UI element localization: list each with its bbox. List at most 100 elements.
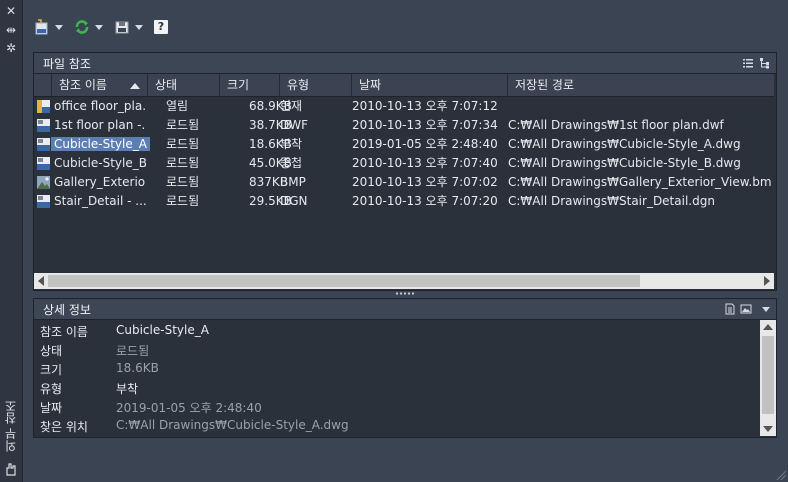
row-path: C:₩All Drawings₩1st floor plan.dwf (508, 118, 724, 132)
dwg-icon (37, 138, 50, 151)
help-button[interactable]: ? (154, 16, 168, 38)
auto-hide-icon[interactable]: ⇹ (4, 23, 18, 37)
horizontal-scrollbar[interactable] (34, 273, 774, 289)
row-name: office floor_pla... (54, 99, 146, 113)
selected-name-highlight: Cubicle-Style_A (51, 137, 150, 151)
toolbar: ? (34, 16, 334, 38)
table-row-selected[interactable]: Cubicle-Style_A 로드됨 18.6KB 부착 2019-01-05… (34, 135, 774, 154)
detail-value-status: 로드됨 (116, 344, 150, 358)
row-status: 로드됨 (166, 118, 200, 132)
file-references-header: 파일 참조 (34, 53, 776, 74)
table-row[interactable]: Stair_Detail - ... 로드됨 29.5KB DGN 2010-1… (34, 192, 774, 211)
row-status: 로드됨 (166, 156, 200, 170)
panel-splitter[interactable] (33, 290, 775, 297)
detail-label-type: 유형 (40, 382, 63, 396)
scroll-right-icon[interactable] (764, 276, 770, 286)
scroll-left-icon[interactable] (38, 276, 44, 286)
row-type: 중첩 (280, 156, 303, 170)
chevron-down-icon[interactable] (135, 24, 143, 30)
table-row[interactable]: Gallery_Exterior... 로드됨 837KB BMP 2010-1… (34, 173, 774, 192)
scroll-down-icon[interactable] (763, 426, 773, 432)
xref-hand-icon (6, 463, 16, 476)
refresh-icon (75, 20, 89, 34)
tree-view-icon[interactable] (759, 57, 771, 69)
help-icon: ? (154, 20, 168, 34)
row-status: 로드됨 (166, 175, 200, 189)
column-header-status[interactable]: 상태 (148, 74, 220, 96)
row-date: 2010-10-13 오후 7:07:34 (352, 118, 498, 132)
detail-label-status: 상태 (40, 344, 63, 358)
save-path-icon (115, 21, 129, 34)
table-row[interactable]: Cubicle-Style_B 로드됨 45.0KB 중첩 2010-10-13… (34, 154, 774, 173)
detail-label-date: 날짜 (40, 401, 63, 415)
list-view-icon[interactable] (742, 57, 754, 69)
row-path: C:₩All Drawings₩Cubicle-Style_B.dwg (508, 156, 741, 170)
attach-dwg-button[interactable] (34, 16, 63, 38)
details-panel: 상세 정보 참조 이름 Cubicle-Style_A 상태 로드됨 크기 18… (33, 298, 777, 438)
column-header-name[interactable]: 참조 이름 (52, 74, 148, 96)
refresh-button[interactable] (74, 16, 103, 38)
detail-label-size: 크기 (40, 363, 63, 377)
row-type: DWF (280, 118, 309, 132)
row-type: 부착 (280, 137, 303, 151)
close-icon[interactable]: ✕ (4, 4, 18, 18)
change-path-button[interactable] (114, 16, 143, 38)
column-header-date[interactable]: 날짜 (352, 74, 508, 96)
row-path: C:₩All Drawings₩Stair_Detail.dgn (508, 194, 715, 208)
file-references-panel: 파일 참조 참조 이름 상태 크기 유형 날짜 저장된 경로 office fl… (33, 52, 777, 291)
row-date: 2010-10-13 오후 7:07:40 (352, 156, 498, 170)
chevron-down-icon[interactable] (55, 24, 63, 30)
dwg-current-icon (37, 100, 50, 113)
detail-value-date: 2019-01-05 오후 2:48:40 (116, 401, 262, 415)
row-date: 2010-10-13 오후 7:07:20 (352, 194, 498, 208)
file-references-title: 파일 참조 (43, 57, 91, 71)
row-path (508, 97, 772, 116)
table-row[interactable]: 1st floor plan -... 로드됨 38.7KB DWF 2010-… (34, 116, 774, 135)
scroll-up-icon[interactable] (763, 324, 773, 330)
details-title: 상세 정보 (43, 303, 91, 317)
image-icon (37, 176, 50, 189)
row-date: 2010-10-13 오후 7:07:02 (352, 175, 498, 189)
file-references-list: office floor_pla... 열림 68.9KB 현재 2010-10… (34, 97, 774, 211)
file-references-columns: 참조 이름 상태 크기 유형 날짜 저장된 경로 (34, 74, 774, 97)
row-name: 1st floor plan -... (54, 118, 146, 132)
sort-ascending-icon (130, 83, 140, 89)
chevron-down-icon[interactable] (762, 307, 770, 312)
properties-icon[interactable]: ✲ (4, 41, 18, 55)
row-path: C:₩All Drawings₩Cubicle-Style_A.dwg (508, 137, 741, 151)
row-type: BMP (280, 175, 306, 189)
dgn-icon (37, 195, 50, 208)
row-type: DGN (280, 194, 308, 208)
attach-dwg-icon (35, 19, 48, 35)
detail-value-found-at: C:₩All Drawings₩Cubicle-Style_A.dwg (116, 418, 349, 432)
dwf-icon (37, 119, 50, 132)
detail-value-name[interactable]: Cubicle-Style_A (116, 323, 209, 337)
vertical-scroll-thumb[interactable] (762, 336, 774, 414)
column-header-saved-path[interactable]: 저장된 경로 (508, 74, 774, 96)
vertical-scrollbar[interactable] (760, 320, 776, 436)
detail-value-size: 18.6KB (116, 361, 159, 375)
dwg-icon (37, 157, 50, 170)
details-view-icon[interactable] (724, 303, 736, 315)
detail-label-name: 참조 이름 (40, 325, 88, 339)
row-status: 로드됨 (166, 194, 200, 208)
detail-value-type[interactable]: 부착 (116, 380, 138, 397)
column-header-size[interactable]: 크기 (220, 74, 280, 96)
palette-title-bar: ✕ ⇹ ✲ 외부 참조 (0, 0, 23, 482)
preview-icon[interactable] (740, 303, 752, 315)
row-status: 로드됨 (166, 137, 200, 151)
chevron-down-icon[interactable] (95, 24, 103, 30)
row-date: 2019-01-05 오후 2:48:40 (352, 137, 498, 151)
table-row[interactable]: office floor_pla... 열림 68.9KB 현재 2010-10… (34, 97, 774, 116)
splitter-grip-icon[interactable] (395, 292, 415, 295)
resize-grip-icon[interactable] (776, 470, 786, 480)
horizontal-scroll-thumb[interactable] (48, 275, 640, 287)
palette-title: 외부 참조 (4, 400, 18, 452)
row-name: Gallery_Exterior... (54, 175, 146, 189)
row-name: Stair_Detail - ... (54, 194, 146, 208)
row-name: Cubicle-Style_A (51, 135, 150, 154)
row-date: 2010-10-13 오후 7:07:12 (352, 99, 498, 113)
row-type: 현재 (280, 99, 303, 113)
column-header-type[interactable]: 유형 (280, 74, 352, 96)
row-status: 열림 (166, 99, 189, 113)
